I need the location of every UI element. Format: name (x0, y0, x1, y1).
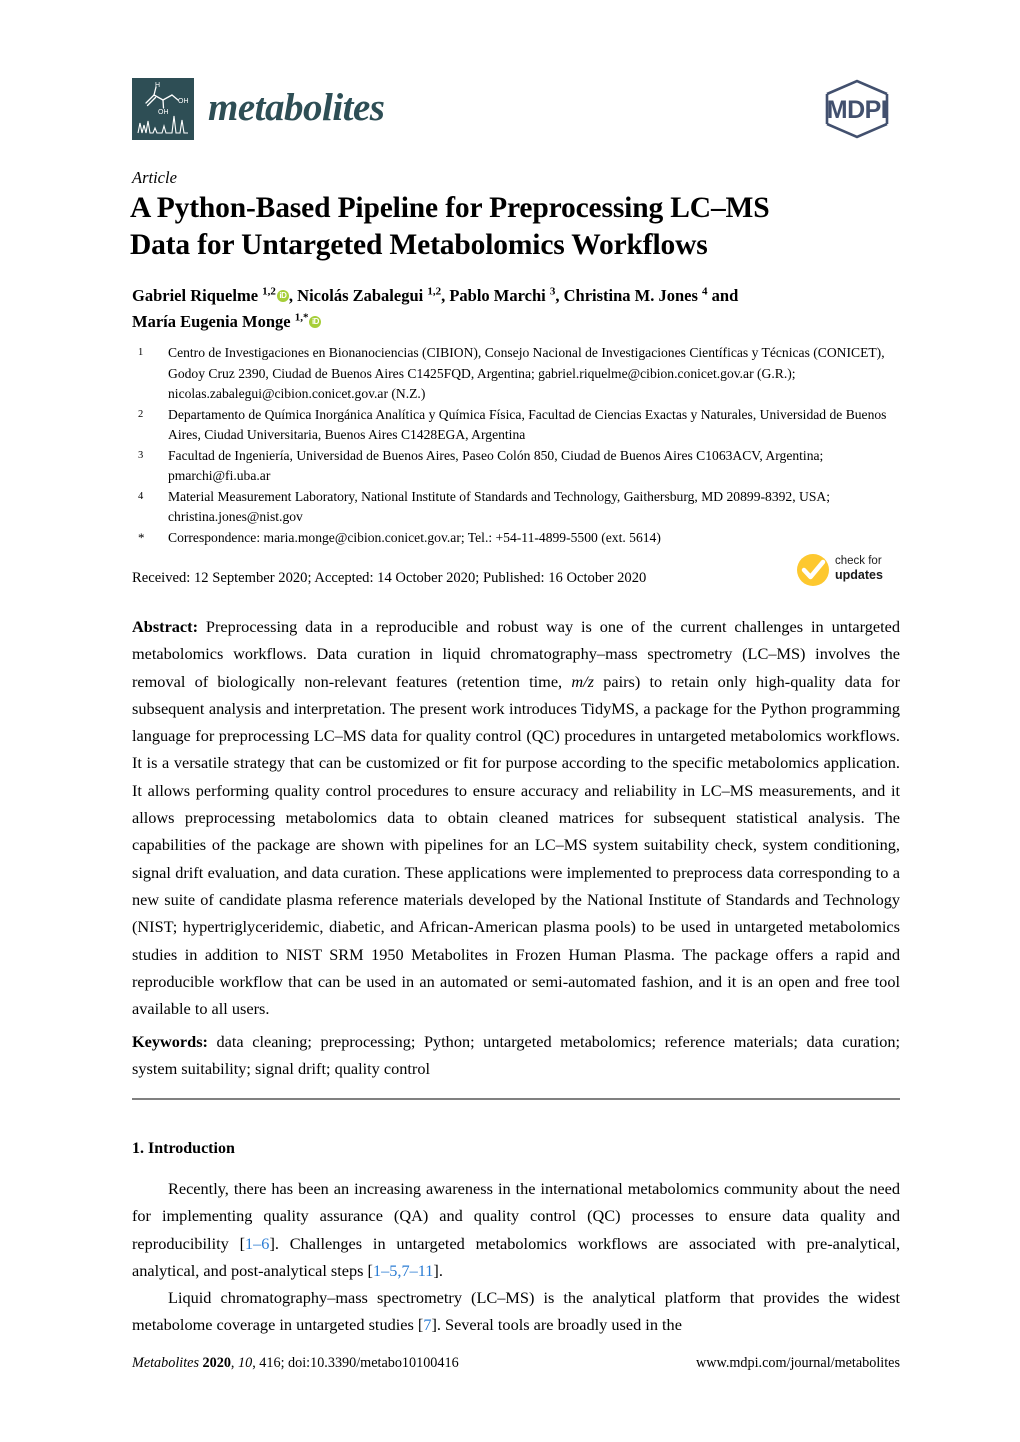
paper-page: H OH OH metabolites MDPI Article A Pytho… (0, 0, 1020, 1442)
author-sep-3: , Christina M. Jones (555, 286, 703, 305)
svg-text:MDPI: MDPI (827, 96, 888, 124)
abstract-label: Abstract: (132, 617, 199, 636)
title-line-2: Data for Untargeted Metabolomics Workflo… (130, 229, 708, 261)
journal-masthead: H OH OH metabolites MDPI (132, 78, 892, 144)
abstract-italic-mz: m/z (571, 671, 594, 691)
affiliation-marker: 3 (138, 449, 144, 461)
crossmark-check-icon (797, 554, 829, 586)
footer-doi: , 416; doi:10.3390/metabo10100416 (252, 1355, 459, 1371)
orcid-icon[interactable]: iD (309, 316, 322, 328)
publication-dates: Received: 12 September 2020; Accepted: 1… (132, 570, 647, 586)
affiliation-marker: 1 (138, 347, 144, 358)
svg-text:H: H (155, 82, 160, 89)
author-list: Gabriel Riquelme 1,2 iD, Nicolás Zabalegu… (132, 283, 902, 335)
mdpi-logo-icon: MDPI (815, 78, 899, 140)
affiliation-row: 3 Facultad de Ingeniería, Universidad de… (138, 446, 910, 487)
footer-volume: 10 (238, 1355, 253, 1371)
affiliation-text: Departamento de Química Inorgánica Analí… (168, 406, 887, 443)
page-footer: Metabolites 2020, 10, 416; doi:10.3390/m… (132, 1355, 900, 1372)
affiliation-marker: 2 (138, 408, 144, 420)
correspondence-text: Correspondence: maria.monge@cibion.conic… (168, 529, 661, 545)
keywords-section: Keywords: data cleaning; preprocessing; … (132, 1028, 900, 1083)
paragraph-1: Recently, there has been an increasing a… (132, 1175, 900, 1284)
introduction-body: Recently, there has been an increasing a… (132, 1175, 900, 1339)
footer-journal-name: Metabolites (132, 1355, 199, 1371)
section-divider (132, 1098, 900, 1100)
svg-text:OH: OH (158, 109, 169, 116)
paragraph-2-part-2: ]. Several tools are broadly used in the (431, 1315, 682, 1335)
section-heading-introduction: 1. Introduction (132, 1140, 235, 1157)
citation-link[interactable]: 1–6 (245, 1234, 269, 1253)
metabolites-logo-icon: H OH OH (132, 78, 194, 140)
keywords-text: data cleaning; preprocessing; Python; un… (132, 1032, 900, 1079)
journal-name: metabolites (208, 86, 385, 129)
correspondence-marker: * (138, 529, 145, 545)
abstract-section: Abstract: Preprocessing data in a reprod… (132, 613, 900, 1022)
crossmark-line-1: check for (835, 555, 882, 567)
crossmark-line-2: updates (835, 568, 883, 582)
page-title: A Python-Based Pipeline for Preprocessin… (130, 190, 910, 264)
author-sep-2: , Pablo Marchi (441, 286, 550, 305)
author-affil-ref-1: 1,2 (262, 285, 276, 298)
affiliation-text: Facultad de Ingeniería, Universidad de B… (168, 447, 824, 484)
author-affil-ref-5: 1,* (294, 311, 309, 324)
correspondence-row: * Correspondence: maria.monge@cibion.con… (138, 528, 910, 549)
footer-year: 2020 (202, 1355, 231, 1371)
check-for-updates-badge[interactable]: check for updates (795, 552, 905, 592)
orcid-icon[interactable]: iD (276, 290, 289, 302)
affiliation-list: 1 Centro de Investigaciones en Bionanoci… (138, 343, 910, 548)
svg-text:OH: OH (178, 98, 189, 105)
author-sep-4: and (707, 286, 739, 305)
keywords-label: Keywords: (132, 1032, 208, 1051)
affiliation-row: 1 Centro de Investigaciones en Bionanoci… (138, 343, 910, 405)
footer-url[interactable]: www.mdpi.com/journal/metabolites (696, 1355, 900, 1372)
author-name-1: Gabriel Riquelme (132, 286, 263, 305)
author-name-5: María Eugenia Monge (132, 312, 295, 331)
affiliation-text: Centro de Investigaciones en Bionanocien… (168, 345, 885, 401)
footer-citation: Metabolites 2020, 10, 416; doi:10.3390/m… (132, 1355, 459, 1371)
author-affil-ref-2: 1,2 (427, 285, 442, 298)
affiliation-text: Material Measurement Laboratory, Nationa… (168, 488, 830, 525)
affiliation-marker: 4 (138, 490, 144, 502)
crossmark-label: check for updates (835, 554, 883, 582)
citation-link[interactable]: 1–5,7–11 (373, 1261, 433, 1280)
title-line-1: A Python-Based Pipeline for Preprocessin… (130, 192, 770, 224)
abstract-text-part-2: pairs) to retain only high-quality data … (132, 671, 900, 1019)
author-sep-1: , Nicolás Zabalegui (288, 286, 428, 305)
article-type-label: Article (132, 168, 177, 187)
affiliation-row: 4 Material Measurement Laboratory, Natio… (138, 487, 910, 528)
paragraph-2: Liquid chromatography–mass spectrometry … (132, 1284, 900, 1339)
affiliation-row: 2 Departamento de Química Inorgánica Ana… (138, 405, 910, 446)
paragraph-1-part-3: ]. (433, 1260, 443, 1280)
